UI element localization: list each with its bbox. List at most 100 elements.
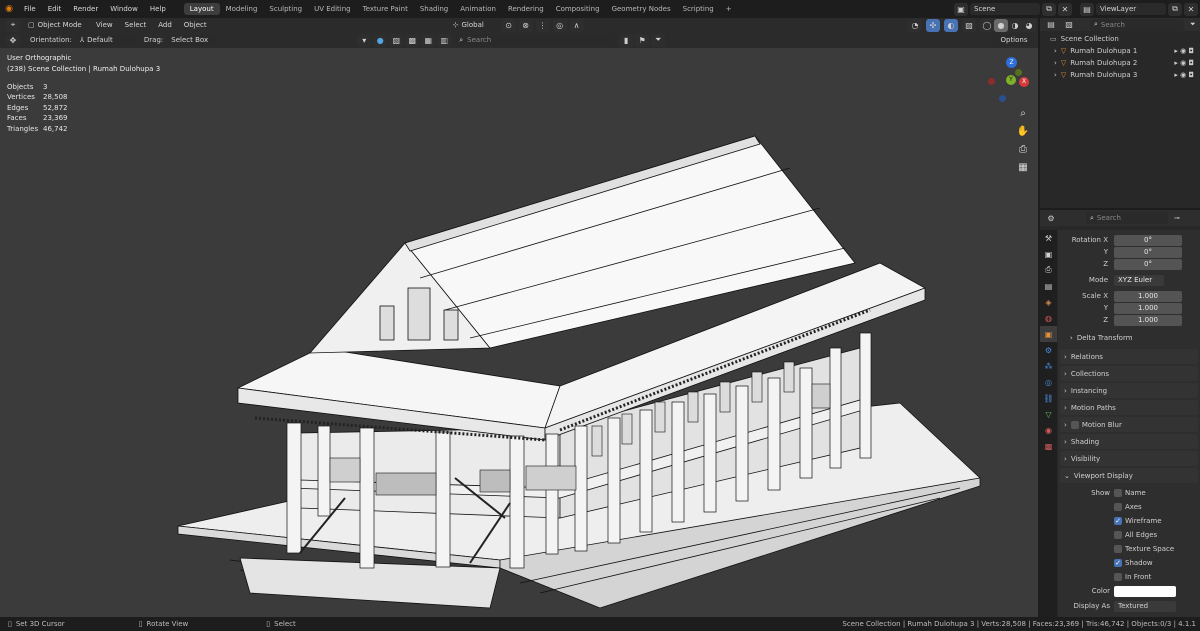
view-layer-browse-icon[interactable]: ▤: [1080, 2, 1094, 16]
panel-motion-blur[interactable]: › Motion Blur: [1060, 417, 1198, 432]
hand-pan-icon[interactable]: ✋: [1016, 126, 1030, 140]
tab-animation[interactable]: Animation: [454, 3, 502, 15]
add-workspace-button[interactable]: +: [720, 3, 738, 15]
color-swatch[interactable]: [1114, 586, 1176, 597]
outliner-toggles-2[interactable]: ▸ ◉ ◘: [1174, 59, 1194, 67]
zoom-icon[interactable]: ⌕: [1016, 108, 1030, 122]
scale-y-field[interactable]: 1.000: [1114, 302, 1182, 314]
outliner-item-1[interactable]: › ▽ Rumah Dulohupa 1 ▸ ◉ ◘: [1054, 47, 1200, 55]
shading-rendered-icon[interactable]: ◕: [1022, 18, 1036, 32]
camera-view-icon[interactable]: ⎙: [1016, 144, 1030, 158]
filter-toggle-icon[interactable]: ▮: [619, 33, 634, 47]
menu-help[interactable]: Help: [144, 5, 172, 13]
rotation-mode-dropdown[interactable]: XYZ Euler: [1114, 274, 1164, 286]
rotation-y-field[interactable]: 0°: [1114, 246, 1182, 258]
rotation-x-field[interactable]: 0°: [1114, 234, 1182, 246]
outliner-search-input[interactable]: ⌕ Search: [1090, 18, 1184, 31]
particles-tab-icon[interactable]: ⁂: [1040, 358, 1057, 374]
panel-instancing[interactable]: › Instancing: [1060, 383, 1198, 398]
delete-view-layer-icon[interactable]: ✕: [1184, 2, 1198, 16]
properties-editor-icon[interactable]: ⚙: [1044, 211, 1058, 225]
filter-light-icon[interactable]: ▦: [421, 33, 436, 47]
pivot-icon[interactable]: ⊙: [501, 18, 516, 32]
panel-visibility[interactable]: › Visibility: [1060, 451, 1198, 466]
shading-wireframe-icon[interactable]: ◯: [980, 18, 994, 32]
object-tab-icon[interactable]: ▣: [1040, 326, 1057, 342]
gizmo-neg-x[interactable]: [988, 78, 995, 85]
xray-icon[interactable]: ▨: [962, 18, 976, 32]
material-tab-icon[interactable]: ◉: [1040, 422, 1057, 438]
gizmo-x-axis[interactable]: X: [1019, 77, 1029, 87]
bookmark-icon[interactable]: ⚑: [635, 33, 650, 47]
outliner-toggles-1[interactable]: ▸ ◉ ◘: [1174, 47, 1194, 55]
physics-tab-icon[interactable]: ◎: [1040, 374, 1057, 390]
texture-space-checkbox[interactable]: [1114, 545, 1122, 553]
house-model[interactable]: [0, 48, 1038, 617]
gizmo-toggle-icon[interactable]: ✣: [926, 18, 940, 32]
outliner-item-3[interactable]: › ▽ Rumah Dulohupa 3 ▸ ◉ ◘: [1054, 71, 1200, 79]
orientation-dropdown[interactable]: ⅄ Default: [75, 34, 136, 46]
overlay-toggle-icon[interactable]: ◐: [944, 18, 958, 32]
outliner-editor-icon[interactable]: ▤: [1044, 18, 1058, 31]
outliner-item-2[interactable]: › ▽ Rumah Dulohupa 2 ▸ ◉ ◘: [1054, 59, 1200, 67]
gizmo-neg-z[interactable]: [999, 95, 1006, 102]
data-tab-icon[interactable]: ▽: [1040, 406, 1057, 422]
scale-x-field[interactable]: 1.000: [1114, 290, 1182, 302]
transform-orientation-dropdown[interactable]: ⊹ Global: [448, 19, 499, 31]
view-layer-tab-icon[interactable]: ▤: [1040, 278, 1057, 294]
new-view-layer-icon[interactable]: ⧉: [1168, 2, 1182, 16]
modifier-tab-icon[interactable]: ⚙: [1040, 342, 1057, 358]
checkbox-name[interactable]: Name: [1114, 489, 1146, 497]
outliner-filter-icon[interactable]: ⏷: [1190, 20, 1196, 29]
tab-layout[interactable]: Layout: [183, 3, 220, 15]
collapse-header-icon[interactable]: ▾: [357, 33, 372, 47]
tab-scripting[interactable]: Scripting: [677, 3, 720, 15]
pin-icon[interactable]: ⊸: [1174, 214, 1180, 222]
drag-dropdown[interactable]: Select Box: [167, 34, 218, 46]
tab-texture-paint[interactable]: Texture Paint: [357, 3, 414, 15]
grid-view-icon[interactable]: ▦: [1016, 162, 1030, 176]
properties-search-input[interactable]: ⌕ Search: [1086, 212, 1168, 224]
gizmo-neg-y[interactable]: [1015, 69, 1022, 76]
checkbox-axes[interactable]: Axes: [1114, 503, 1142, 511]
funnel-icon[interactable]: ⏷: [651, 33, 666, 47]
panel-shading[interactable]: › Shading: [1060, 434, 1198, 449]
options-dropdown[interactable]: Options: [994, 34, 1034, 46]
scene-field[interactable]: Scene: [970, 3, 1040, 15]
tab-shading[interactable]: Shading: [414, 3, 454, 15]
proportional-edit-icon[interactable]: ◎: [552, 18, 567, 32]
tab-uv-editing[interactable]: UV Editing: [308, 3, 357, 15]
menu-window[interactable]: Window: [104, 5, 144, 13]
tool-tab-icon[interactable]: ⚒: [1040, 230, 1057, 246]
render-tab-icon[interactable]: ▣: [1040, 246, 1057, 262]
menu-render[interactable]: Render: [67, 5, 104, 13]
display-as-dropdown[interactable]: Textured: [1114, 601, 1176, 612]
display-mode-icon[interactable]: ▧: [1062, 18, 1076, 31]
delete-scene-icon[interactable]: ✕: [1058, 2, 1072, 16]
output-tab-icon[interactable]: ⎙: [1040, 262, 1057, 278]
panel-motion-paths[interactable]: › Motion Paths: [1060, 400, 1198, 415]
shading-solid-icon[interactable]: ●: [994, 18, 1008, 32]
navigation-gizmo[interactable]: Z Y X: [985, 53, 1035, 113]
filter-curve-icon[interactable]: ▩: [405, 33, 420, 47]
menu-edit[interactable]: Edit: [42, 5, 68, 13]
scale-z-field[interactable]: 1.000: [1114, 314, 1182, 326]
menu-object[interactable]: Object: [178, 21, 213, 29]
falloff-icon[interactable]: ∧: [569, 18, 584, 32]
menu-view[interactable]: View: [90, 21, 119, 29]
motion-blur-checkbox[interactable]: [1070, 420, 1079, 429]
checkbox-wireframe[interactable]: ✓ Wireframe: [1114, 517, 1162, 525]
name-checkbox[interactable]: [1114, 489, 1122, 497]
editor-type-icon[interactable]: ⌖: [6, 18, 20, 32]
all-edges-checkbox[interactable]: [1114, 531, 1122, 539]
rotation-z-field[interactable]: 0°: [1114, 258, 1182, 270]
outliner-toggles-3[interactable]: ▸ ◉ ◘: [1174, 71, 1194, 79]
menu-add[interactable]: Add: [152, 21, 178, 29]
wireframe-checkbox[interactable]: ✓: [1114, 517, 1122, 525]
panel-collections[interactable]: › Collections: [1060, 366, 1198, 381]
checkbox-in-front[interactable]: In Front: [1114, 573, 1151, 581]
view-layer-field[interactable]: ViewLayer: [1096, 3, 1166, 15]
checkbox-all-edges[interactable]: All Edges: [1114, 531, 1157, 539]
tab-sculpting[interactable]: Sculpting: [263, 3, 308, 15]
constraints-tab-icon[interactable]: ⛓: [1040, 390, 1057, 406]
